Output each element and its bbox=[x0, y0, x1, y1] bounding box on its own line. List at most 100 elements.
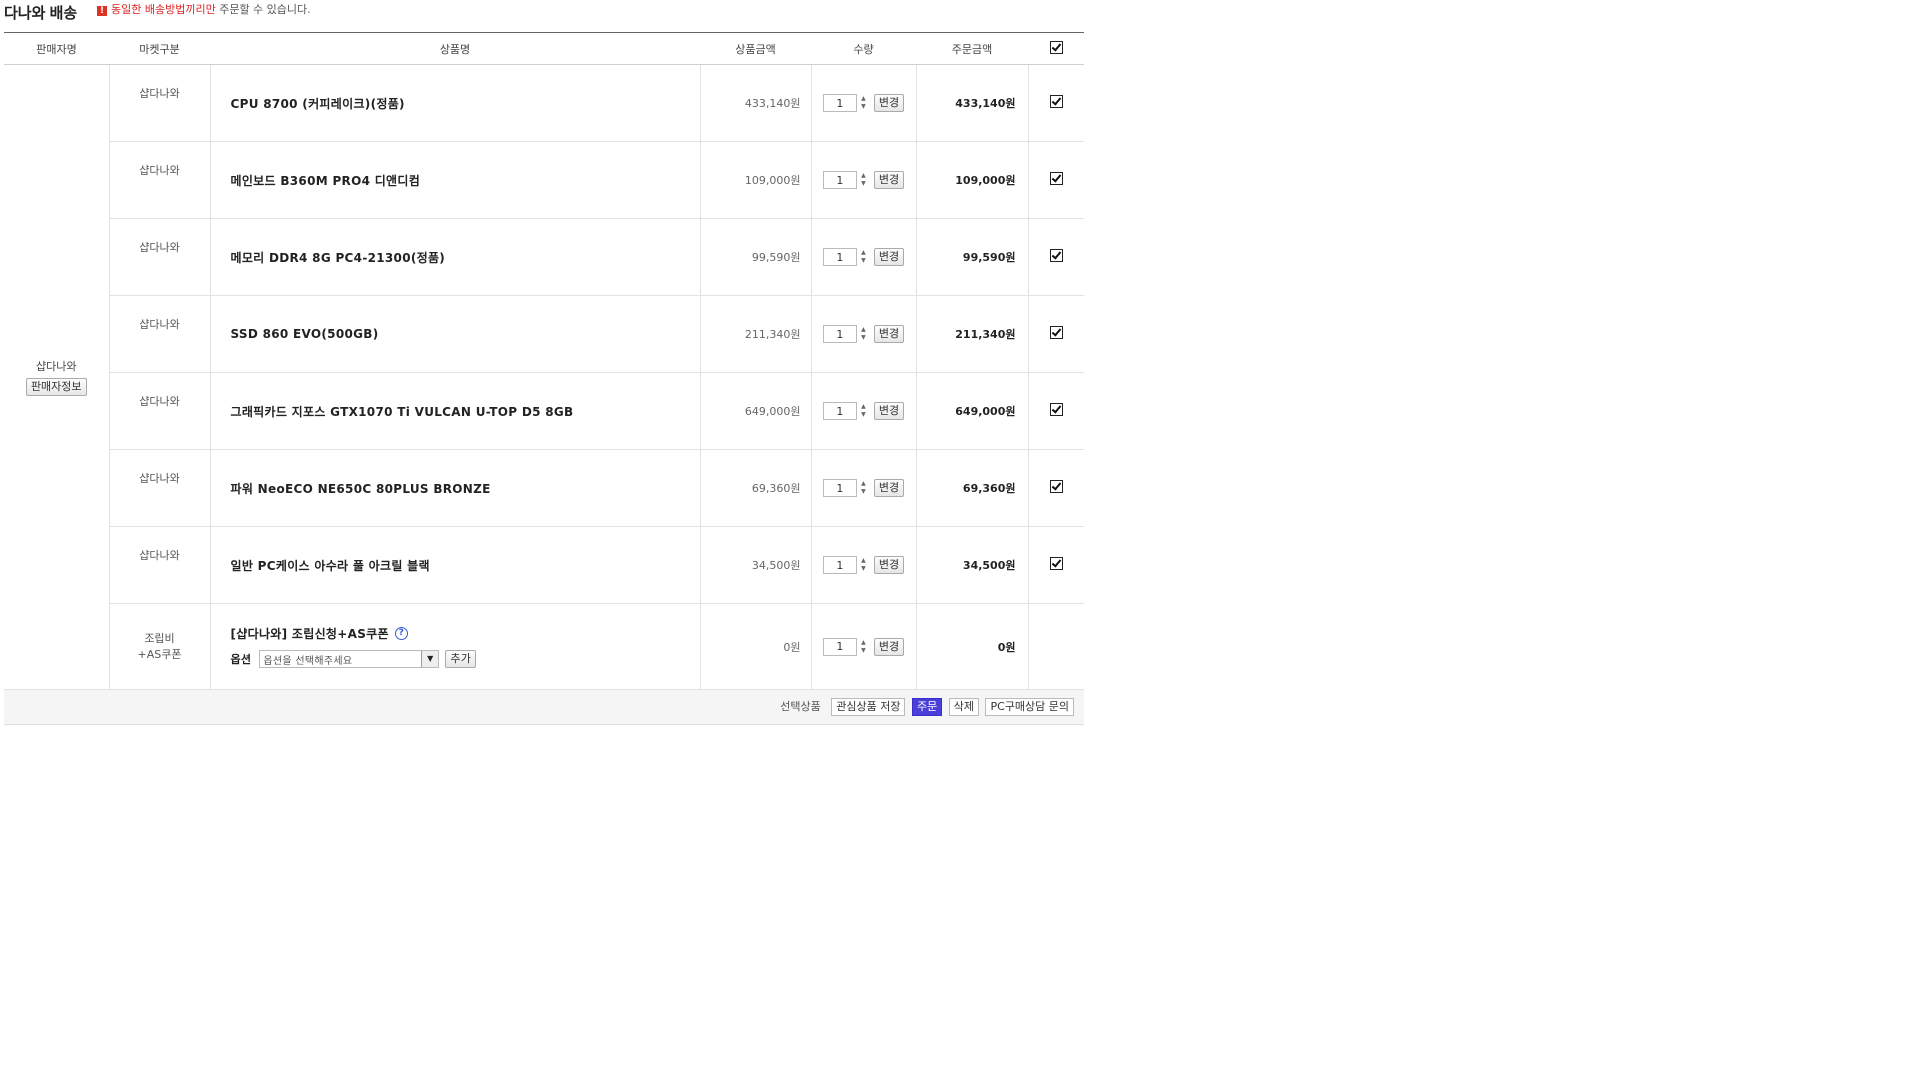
product-name[interactable]: 메모리 DDR4 8G PC4-21300(정품) bbox=[210, 218, 701, 296]
qty-cell: ▲▼ 변경 bbox=[811, 603, 917, 690]
qty-input[interactable] bbox=[822, 248, 857, 266]
option-select[interactable]: 옵션을 선택해주세요 ▼ bbox=[259, 650, 440, 668]
qty-cell: ▲▼ 변경 bbox=[811, 218, 917, 296]
change-button[interactable]: 변경 bbox=[873, 556, 905, 574]
assembly-name[interactable]: [샵다나와] 조립신청+AS쿠폰 bbox=[231, 625, 389, 642]
item-checkbox[interactable] bbox=[1049, 95, 1063, 108]
item-checkbox[interactable] bbox=[1049, 172, 1063, 185]
spin-up-icon[interactable]: ▲ bbox=[859, 480, 868, 488]
spin-down-icon[interactable]: ▼ bbox=[859, 103, 868, 111]
select-all-checkbox[interactable] bbox=[1049, 40, 1063, 54]
cart-table: 판매자명 마켓구분 상품명 상품금액 수량 주문금액 샵다나와 판매자정보 샵다… bbox=[4, 32, 1084, 725]
option-row: 옵션 옵션을 선택해주세요 ▼ 추가 bbox=[231, 650, 700, 668]
qty-spinner[interactable]: ▲ ▼ bbox=[859, 480, 868, 496]
spin-down-icon[interactable]: ▼ bbox=[859, 334, 868, 342]
qty-spinner[interactable]: ▲ ▼ bbox=[859, 172, 868, 188]
qty-spinner[interactable]: ▲ ▼ bbox=[859, 326, 868, 342]
qty-spinner[interactable]: ▲ ▼ bbox=[859, 249, 868, 265]
add-option-button[interactable]: 추가 bbox=[445, 650, 477, 668]
product-price: 69,360원 bbox=[700, 449, 812, 527]
qty-cell: ▲▼ 변경 bbox=[811, 141, 917, 219]
product-price: 433,140원 bbox=[700, 64, 812, 142]
change-button[interactable]: 변경 bbox=[873, 325, 905, 343]
check-cell bbox=[1028, 295, 1084, 373]
spin-down-icon[interactable]: ▼ bbox=[859, 647, 868, 655]
option-select-value: 옵션을 선택해주세요 bbox=[263, 655, 353, 667]
product-price: 211,340원 bbox=[700, 295, 812, 373]
qty-input[interactable] bbox=[822, 556, 857, 574]
qty-input[interactable] bbox=[822, 479, 857, 497]
order-total: 109,000원 bbox=[916, 141, 1029, 219]
qty-spinner[interactable]: ▲ ▼ bbox=[859, 639, 868, 655]
item-checkbox[interactable] bbox=[1049, 326, 1063, 339]
qty-spinner[interactable]: ▲ ▼ bbox=[859, 95, 868, 111]
chevron-down-icon[interactable]: ▼ bbox=[421, 651, 439, 667]
change-button[interactable]: 변경 bbox=[873, 402, 905, 420]
qty-cell: ▲▼ 변경 bbox=[811, 526, 917, 604]
assembly-cell: [샵다나와] 조립신청+AS쿠폰 ? 옵션 옵션을 선택해주세요 ▼ 추가 bbox=[210, 603, 701, 690]
market-cell: 샵다나와 bbox=[109, 141, 211, 219]
selected-items-label: 선택상품 bbox=[780, 700, 821, 713]
qty-input[interactable] bbox=[822, 325, 857, 343]
table-row: 샵다나와 메인보드 B360M PRO4 디앤디컴 109,000원 ▲▼변경 … bbox=[4, 141, 1084, 219]
product-name[interactable]: CPU 8700 (커피레이크)(정품) bbox=[210, 64, 701, 142]
spin-down-icon[interactable]: ▼ bbox=[859, 488, 868, 496]
market-cell: 샵다나와 bbox=[109, 64, 211, 142]
item-checkbox[interactable] bbox=[1049, 480, 1063, 493]
spin-down-icon[interactable]: ▼ bbox=[859, 257, 868, 265]
product-name[interactable]: 파워 NeoECO NE650C 80PLUS BRONZE bbox=[210, 449, 701, 527]
change-button[interactable]: 변경 bbox=[873, 479, 905, 497]
product-name[interactable]: 메인보드 B360M PRO4 디앤디컴 bbox=[210, 141, 701, 219]
warning-icon: ! bbox=[97, 6, 107, 16]
check-cell bbox=[1028, 64, 1084, 142]
qty-cell: ▲▼ 변경 bbox=[811, 64, 917, 142]
footer-actions: 선택상품 관심상품 저장 주문 삭제 PC구매상담 문의 bbox=[4, 689, 1084, 725]
qty-input[interactable] bbox=[822, 94, 857, 112]
product-name[interactable]: SSD 860 EVO(500GB) bbox=[210, 295, 701, 373]
seller-cell: 샵다나와 판매자정보 bbox=[4, 64, 110, 690]
market-cell: 샵다나와 bbox=[109, 218, 211, 296]
spin-up-icon[interactable]: ▲ bbox=[859, 639, 868, 647]
item-checkbox[interactable] bbox=[1049, 249, 1063, 262]
delete-button[interactable]: 삭제 bbox=[948, 698, 979, 716]
change-button[interactable]: 변경 bbox=[873, 171, 905, 189]
spin-down-icon[interactable]: ▼ bbox=[859, 565, 868, 573]
seller-name: 샵다나와 bbox=[36, 360, 77, 373]
change-button[interactable]: 변경 bbox=[873, 248, 905, 266]
item-checkbox[interactable] bbox=[1049, 557, 1063, 570]
table-row: 샵다나와 SSD 860 EVO(500GB) 211,340원 ▲▼ 변경 21… bbox=[4, 295, 1084, 373]
col-market: 마켓구분 bbox=[109, 32, 210, 65]
order-button[interactable]: 주문 bbox=[911, 698, 943, 716]
col-seller: 판매자명 bbox=[4, 32, 109, 65]
save-wishlist-button[interactable]: 관심상품 저장 bbox=[831, 698, 906, 716]
table-row: 샵다나와 메모리 DDR4 8G PC4-21300(정품) 99,590원 ▲… bbox=[4, 218, 1084, 296]
qty-spinner[interactable]: ▲ ▼ bbox=[859, 403, 868, 419]
table-row: 샵다나와 판매자정보 샵다나와 CPU 8700 (커피레이크)(정품) 433… bbox=[4, 64, 1084, 690]
seller-info-button[interactable]: 판매자정보 bbox=[25, 378, 87, 396]
col-check bbox=[1028, 32, 1084, 65]
col-price: 상품금액 bbox=[700, 32, 811, 65]
qty-input[interactable] bbox=[822, 637, 857, 656]
product-name[interactable]: 그래픽카드 지포스 GTX1070 Ti VULCAN U-TOP D5 8GB bbox=[210, 372, 701, 450]
spin-up-icon[interactable]: ▲ bbox=[859, 557, 868, 565]
spin-up-icon[interactable]: ▲ bbox=[859, 326, 868, 334]
spin-up-icon[interactable]: ▲ bbox=[859, 249, 868, 257]
col-qty: 수량 bbox=[811, 32, 916, 65]
product-name[interactable]: 일반 PC케이스 아수라 풀 아크릴 블랙 bbox=[210, 526, 701, 604]
page-title: 다나와 배송 bbox=[4, 5, 78, 22]
spin-up-icon[interactable]: ▲ bbox=[859, 172, 868, 180]
pc-consult-button[interactable]: PC구매상담 문의 bbox=[985, 698, 1074, 716]
qty-input[interactable] bbox=[822, 171, 857, 189]
change-button[interactable]: 변경 bbox=[873, 94, 905, 112]
item-checkbox[interactable] bbox=[1049, 403, 1063, 416]
change-button[interactable]: 변경 bbox=[873, 637, 905, 656]
qty-cell: ▲▼ 변경 bbox=[811, 372, 917, 450]
spin-up-icon[interactable]: ▲ bbox=[859, 95, 868, 103]
qty-input[interactable] bbox=[822, 402, 857, 420]
spin-down-icon[interactable]: ▼ bbox=[859, 411, 868, 419]
help-icon[interactable]: ? bbox=[394, 627, 408, 640]
qty-spinner[interactable]: ▲ ▼ bbox=[859, 557, 868, 573]
spin-down-icon[interactable]: ▼ bbox=[859, 180, 868, 188]
order-total: 211,340원 bbox=[916, 295, 1029, 373]
spin-up-icon[interactable]: ▲ bbox=[859, 403, 868, 411]
